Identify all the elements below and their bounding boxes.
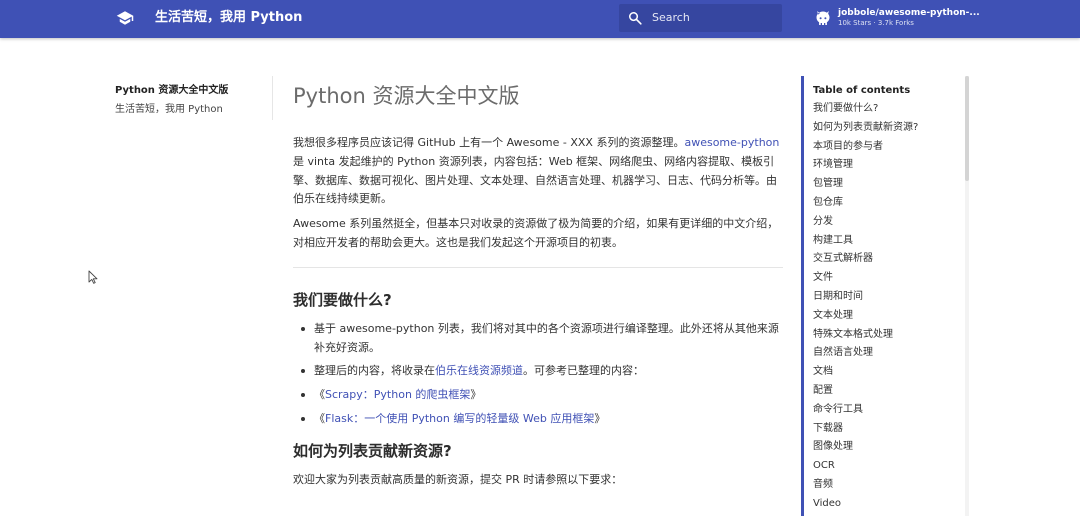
list-item: 《Scrapy：Python 的爬虫框架》 — [301, 386, 783, 405]
toc-item[interactable]: 文档 — [813, 365, 963, 378]
toc-item[interactable]: 分发 — [813, 215, 963, 228]
toc-item[interactable]: 文件 — [813, 271, 963, 284]
search-input[interactable]: Search — [619, 4, 782, 32]
toc-accent-bar — [801, 76, 804, 516]
bracket-open: 《 — [314, 388, 325, 402]
mouse-cursor-icon — [88, 270, 98, 284]
toc-item[interactable]: 特殊文本格式处理 — [813, 328, 963, 341]
list-item: 《Flask：一个使用 Python 编写的轻量级 Web 应用框架》 — [301, 410, 783, 429]
section-heading-goals: 我们要做什么? — [293, 290, 392, 309]
search-placeholder: Search — [652, 11, 690, 24]
table-of-contents: Table of contents 我们要做什么? 如何为列表贡献新资源? 本项… — [813, 84, 963, 516]
toc-item[interactable]: 音频 — [813, 478, 963, 491]
toc-item[interactable]: 包仓库 — [813, 196, 963, 209]
list-item-text: 整理后的内容，将收录在 — [314, 364, 435, 378]
toc-item[interactable]: 日期和时间 — [813, 290, 963, 303]
repository-link[interactable]: jobbole/awesome-python-... 10k Stars · 3… — [815, 8, 980, 32]
toc-item[interactable]: 下载器 — [813, 422, 963, 435]
flask-article-link[interactable]: Flask：一个使用 Python 编写的轻量级 Web 应用框架 — [325, 412, 594, 425]
contribute-paragraph: 欢迎大家为列表贡献高质量的新资源，提交 PR 时请参照以下要求： — [293, 472, 623, 486]
site-title[interactable]: 生活苦短，我用 Python — [155, 9, 302, 27]
repo-stats: 10k Stars · 3.7k Forks — [838, 19, 914, 27]
intro-paragraph: 我想很多程序员应该记得 GitHub 上有一个 Awesome - XXX 系列… — [293, 134, 783, 209]
toc-item[interactable]: OCR — [813, 459, 963, 472]
top-app-bar: 生活苦短，我用 Python Search jobbole/awesome-py… — [0, 0, 1080, 38]
goals-list: 基于 awesome-python 列表，我们将对其中的各个资源项进行编译整理。… — [293, 320, 783, 429]
section-divider — [293, 266, 783, 268]
sidebar-item-home[interactable]: 生活苦短，我用 Python — [115, 103, 265, 116]
intro-text-continued: 是 vinta 发起维护的 Python 资源列表，内容包括：Web 框架、网络… — [293, 154, 777, 206]
toc-item[interactable]: 图像处理 — [813, 440, 963, 453]
list-item: 整理后的内容，将收录在伯乐在线资源频道。可参考已整理的内容： — [301, 362, 783, 381]
section-heading-contribute: 如何为列表贡献新资源? — [293, 441, 452, 460]
sidebar-divider — [272, 76, 273, 120]
page-title: Python 资源大全中文版 — [293, 84, 520, 108]
sidebar-title[interactable]: Python 资源大全中文版 — [115, 84, 265, 97]
bracket-close: 》 — [594, 411, 606, 425]
toc-item[interactable]: 自然语言处理 — [813, 346, 963, 359]
toc-scrollbar-thumb[interactable] — [965, 76, 969, 181]
main-content: Python 资源大全中文版 我想很多程序员应该记得 GitHub 上有一个 A… — [293, 78, 783, 496]
list-item-text: 。可参考已整理的内容： — [523, 364, 644, 378]
jobbole-resources-link[interactable]: 伯乐在线资源频道 — [435, 364, 523, 377]
repo-name: jobbole/awesome-python-... — [838, 8, 980, 18]
search-icon — [628, 11, 642, 25]
toc-item[interactable]: 交互式解析器 — [813, 252, 963, 265]
toc-item[interactable]: 本项目的参与者 — [813, 140, 963, 153]
toc-item[interactable]: 配置 — [813, 384, 963, 397]
toc-item[interactable]: 命令行工具 — [813, 403, 963, 416]
list-item: 基于 awesome-python 列表，我们将对其中的各个资源项进行编译整理。… — [301, 320, 783, 358]
toc-title: Table of contents — [813, 85, 911, 96]
toc-item[interactable]: 我们要做什么? — [813, 102, 963, 115]
toc-item[interactable]: Video — [813, 497, 963, 510]
intro-text: 我想很多程序员应该记得 GitHub 上有一个 Awesome - XXX 系列… — [293, 136, 685, 149]
awesome-python-link[interactable]: awesome-python — [684, 136, 779, 149]
github-icon — [816, 11, 830, 25]
scrapy-article-link[interactable]: Scrapy：Python 的爬虫框架 — [325, 388, 470, 401]
graduation-cap-icon[interactable] — [116, 10, 134, 26]
toc-item[interactable]: 包管理 — [813, 177, 963, 190]
toc-item[interactable]: 文本处理 — [813, 309, 963, 322]
toc-item[interactable]: 环境管理 — [813, 158, 963, 171]
toc-item[interactable]: 构建工具 — [813, 234, 963, 247]
motivation-paragraph: Awesome 系列虽然挺全，但基本只对收录的资源做了极为简要的介绍，如果有更详… — [293, 217, 779, 249]
bracket-open: 《 — [314, 411, 325, 425]
toc-item[interactable]: 如何为列表贡献新资源? — [813, 121, 963, 134]
bracket-close: 》 — [470, 388, 482, 402]
primary-sidebar: Python 资源大全中文版 生活苦短，我用 Python — [115, 84, 265, 116]
